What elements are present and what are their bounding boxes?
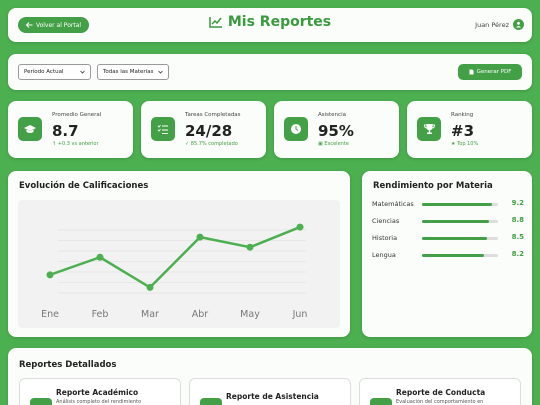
subject-performance-title: Rendimiento por Materia xyxy=(373,181,493,191)
top-header: Volver al Portal Mis Reportes Juan Pérez xyxy=(8,8,532,42)
chart-title: Evolución de Calificaciones xyxy=(19,181,149,191)
stat-card-tasks: Tareas Completadas 24/28 ✓ 85.7% complet… xyxy=(141,101,266,158)
chart-point xyxy=(246,243,254,251)
subject-select-value: Todas las Materias xyxy=(103,69,154,75)
subject-name: Lengua xyxy=(372,251,396,259)
subject-row: Historia 8.5 xyxy=(372,233,524,243)
graduation-cap-icon xyxy=(18,117,42,141)
grades-line-chart: Ene Feb Mar Abr May Jun xyxy=(18,200,340,328)
subject-name: Ciencias xyxy=(372,217,400,225)
stat-subtext: ★ Top 10% xyxy=(451,141,479,147)
subject-row: Matemáticas 9.2 xyxy=(372,199,524,209)
report-title: Reporte de Asistencia xyxy=(226,392,319,401)
subject-performance-card: Rendimiento por Materia Matemáticas 9.2 Ci… xyxy=(362,171,532,337)
subject-score: 8.5 xyxy=(511,233,524,241)
stat-label: Promedio General xyxy=(52,112,102,118)
subject-progress-fill xyxy=(422,220,489,223)
report-description: Análisis completo del rendimiento xyxy=(56,399,142,405)
generate-pdf-button[interactable]: Generar PDF xyxy=(458,64,522,80)
chart-point xyxy=(46,271,54,279)
chart-x-tick-label: Ene xyxy=(41,309,59,320)
subject-name: Matemáticas xyxy=(372,200,414,208)
subject-progress-fill xyxy=(422,203,492,206)
period-select-value: Período Actual xyxy=(24,69,64,75)
page-title: Mis Reportes xyxy=(8,14,532,30)
subject-select[interactable]: Todas las Materias xyxy=(97,64,169,80)
chart-line-icon xyxy=(209,17,222,28)
filters-bar: Período Actual Todas las Materias Genera… xyxy=(8,54,532,90)
subject-progress-track xyxy=(422,220,498,223)
subject-row: Lengua 8.2 xyxy=(372,250,524,260)
file-pdf-icon xyxy=(469,69,474,75)
subject-progress-fill xyxy=(422,237,487,240)
chart-x-tick-label: May xyxy=(240,309,260,320)
chart-x-tick-label: Jun xyxy=(292,309,308,320)
report-conduct[interactable]: Reporte de Conducta Evaluación del compo… xyxy=(359,378,521,405)
stat-subtext: ▣ Excelente xyxy=(318,141,349,147)
user-menu[interactable]: Juan Pérez xyxy=(475,19,524,30)
report-attendance[interactable]: Reporte de Asistencia xyxy=(189,378,351,405)
report-title: Reporte de Conducta xyxy=(396,388,486,397)
trophy-icon xyxy=(417,117,441,141)
chart-x-tick-label: Feb xyxy=(92,309,109,320)
stat-value: 8.7 xyxy=(52,122,79,140)
report-attendance-icon xyxy=(200,398,222,405)
user-name: Juan Pérez xyxy=(475,20,509,29)
stat-value: #3 xyxy=(451,122,475,140)
subject-score: 8.2 xyxy=(511,250,524,258)
stat-card-attendance: Asistencia 95% ▣ Excelente xyxy=(274,101,399,158)
stat-subtext: ✓ 85.7% completado xyxy=(185,141,238,147)
stat-value: 95% xyxy=(318,122,354,140)
stat-subtext: ↑ +0.3 vs anterior xyxy=(52,141,99,147)
subject-score: 8.8 xyxy=(511,216,524,224)
report-description: Evaluación del comportamiento en xyxy=(396,399,484,405)
grades-chart-card: Evolución de Calificaciones Ene Feb Mar Abr… xyxy=(8,171,350,337)
subject-name: Historia xyxy=(372,234,398,242)
reports-title: Reportes Detallados xyxy=(19,360,117,370)
report-academic-icon xyxy=(30,398,52,405)
subject-progress-track xyxy=(422,237,498,240)
subject-progress-fill xyxy=(422,254,485,257)
user-avatar-icon xyxy=(513,19,524,30)
stat-card-average: Promedio General 8.7 ↑ +0.3 vs anterior xyxy=(8,101,133,158)
report-title: Reporte Académico xyxy=(56,388,139,397)
report-conduct-icon xyxy=(370,398,392,405)
stat-card-ranking: Ranking #3 ★ Top 10% xyxy=(407,101,532,158)
clock-icon xyxy=(284,117,308,141)
chart-point xyxy=(146,283,154,291)
period-select[interactable]: Período Actual xyxy=(18,64,91,80)
tasks-icon xyxy=(151,117,175,141)
page-title-text: Mis Reportes xyxy=(227,14,332,30)
chart-x-tick-label: Abr xyxy=(192,309,209,320)
report-academic[interactable]: Reporte Académico Análisis completo del … xyxy=(19,378,181,405)
generate-pdf-label: Generar PDF xyxy=(476,69,512,75)
detailed-reports-card: Reportes Detallados Reporte Académico An… xyxy=(8,348,532,405)
subject-row: Ciencias 8.8 xyxy=(372,216,524,226)
chart-point xyxy=(96,253,104,261)
subject-score: 9.2 xyxy=(511,199,524,207)
chart-point xyxy=(196,233,204,241)
stat-label: Asistencia xyxy=(318,112,346,118)
chart-point xyxy=(296,223,304,231)
subject-progress-track xyxy=(422,203,498,206)
chevron-down-icon xyxy=(158,70,163,74)
subject-progress-track xyxy=(422,254,498,257)
stat-label: Ranking xyxy=(451,112,474,118)
stat-label: Tareas Completadas xyxy=(185,112,241,118)
stat-value: 24/28 xyxy=(185,122,233,140)
chart-x-tick-label: Mar xyxy=(141,309,159,320)
chevron-down-icon xyxy=(80,70,85,74)
